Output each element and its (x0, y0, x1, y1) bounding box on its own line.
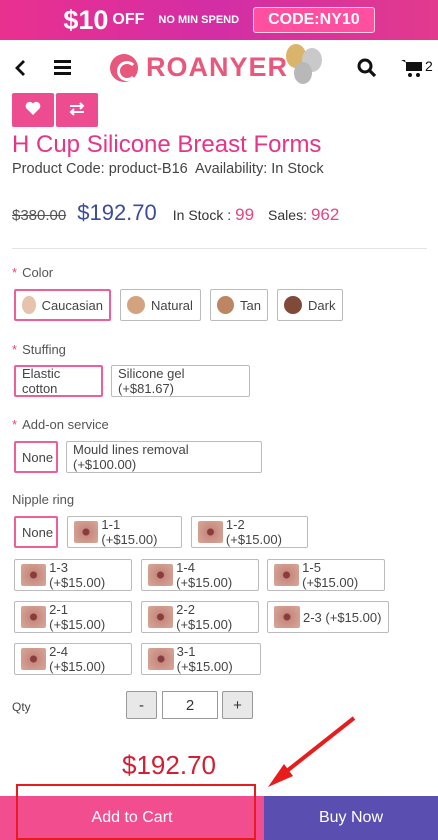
product-thumbnail (21, 606, 47, 628)
product-thumbnail (74, 521, 99, 543)
nipple-option-2-3[interactable]: 2-3 (+$15.00) (267, 601, 389, 633)
product-thumbnail (274, 606, 300, 628)
hamburger-icon[interactable] (48, 40, 76, 95)
stuffing-label: * Stuffing (12, 342, 66, 357)
addon-option-none[interactable]: None (14, 441, 58, 473)
product-thumbnail (274, 564, 300, 586)
addon-option-mould-lines[interactable]: Mould lines removal (+$100.00) (66, 441, 262, 473)
chevron-left-icon[interactable] (5, 40, 35, 95)
cart-icon[interactable] (398, 40, 426, 95)
add-to-cart-button[interactable]: Add to Cart (0, 796, 264, 840)
product-thumbnail (21, 648, 47, 670)
promo-off: OFF (112, 11, 145, 28)
site-header: ROANYER 2 (0, 40, 438, 95)
current-price: $192.70 (77, 200, 157, 225)
product-thumbnail (148, 648, 174, 670)
bottom-action-bar: Add to Cart Buy Now (0, 796, 438, 840)
stock-label: In Stock : (172, 207, 232, 223)
total-price: $192.70 (122, 750, 216, 780)
qty-increase-button[interactable]: + (222, 691, 253, 719)
compare-button[interactable] (56, 93, 98, 127)
color-option-tan[interactable]: Tan (210, 289, 268, 321)
nipple-option-1-4[interactable]: 1-4 (+$15.00) (141, 559, 259, 591)
promo-banner[interactable]: $10 OFF NO MIN SPEND CODE:NY10 (0, 0, 438, 40)
swatch-icon (217, 296, 235, 314)
sales-label: Sales: (268, 207, 307, 223)
color-option-caucasian[interactable]: Caucasian (14, 289, 111, 321)
heart-icon (25, 100, 41, 121)
product-thumbnail (198, 521, 223, 543)
compare-arrows-icon (68, 100, 86, 121)
stuffing-option-silicone-gel[interactable]: Silicone gel (+$81.67) (111, 365, 250, 397)
balloons-decoration (282, 42, 330, 90)
qty-decrease-button[interactable]: - (126, 691, 157, 719)
logo-mark (110, 53, 138, 82)
logo[interactable]: ROANYER (110, 52, 288, 83)
nipple-option-3-1[interactable]: 3-1 (+$15.00) (141, 643, 261, 675)
nipple-option-1-2[interactable]: 1-2 (+$15.00) (191, 516, 308, 548)
promo-code: CODE:NY10 (253, 7, 375, 33)
buy-now-button[interactable]: Buy Now (264, 796, 438, 840)
product-thumbnail (21, 564, 47, 586)
swatch-icon (127, 296, 145, 314)
nipple-option-2-2[interactable]: 2-2 (+$15.00) (141, 601, 259, 633)
cart-count: 2 (425, 58, 433, 74)
nipple-option-2-1[interactable]: 2-1 (+$15.00) (14, 601, 132, 633)
product-title: H Cup Silicone Breast Forms (12, 131, 322, 158)
nipple-ring-label: Nipple ring (12, 492, 75, 507)
swatch-icon (284, 296, 302, 314)
qty-label: Qty (12, 700, 31, 714)
promo-min-spend: NO MIN SPEND (158, 14, 240, 26)
color-label: * Color (12, 265, 54, 280)
nipple-option-none[interactable]: None (14, 516, 58, 548)
price-line: $380.00 $192.70 In Stock : 99 Sales: 962 (12, 200, 339, 226)
search-icon[interactable] (352, 40, 382, 95)
addon-label: * Add-on service (12, 417, 109, 432)
product-thumbnail (148, 564, 174, 586)
old-price: $380.00 (12, 207, 67, 224)
swatch-icon (22, 296, 36, 314)
logo-text: ROANYER (146, 52, 289, 82)
nipple-option-1-5[interactable]: 1-5 (+$15.00) (267, 559, 385, 591)
color-option-natural[interactable]: Natural (120, 289, 201, 321)
sales-value: 962 (310, 205, 340, 224)
nipple-option-2-4[interactable]: 2-4 (+$15.00) (14, 643, 132, 675)
promo-amount: $10 (63, 4, 109, 35)
wishlist-button[interactable] (12, 93, 54, 127)
stuffing-option-elastic-cotton[interactable]: Elastic cotton (14, 365, 103, 397)
nipple-option-1-1[interactable]: 1-1 (+$15.00) (67, 516, 182, 548)
stock-value: 99 (235, 205, 255, 224)
color-option-dark[interactable]: Dark (277, 289, 343, 321)
divider (12, 248, 427, 249)
nipple-option-1-3[interactable]: 1-3 (+$15.00) (14, 559, 132, 591)
qty-input[interactable] (162, 691, 218, 719)
product-code-line: Product Code: product-B16 Availability: … (12, 161, 324, 177)
product-thumbnail (148, 606, 174, 628)
